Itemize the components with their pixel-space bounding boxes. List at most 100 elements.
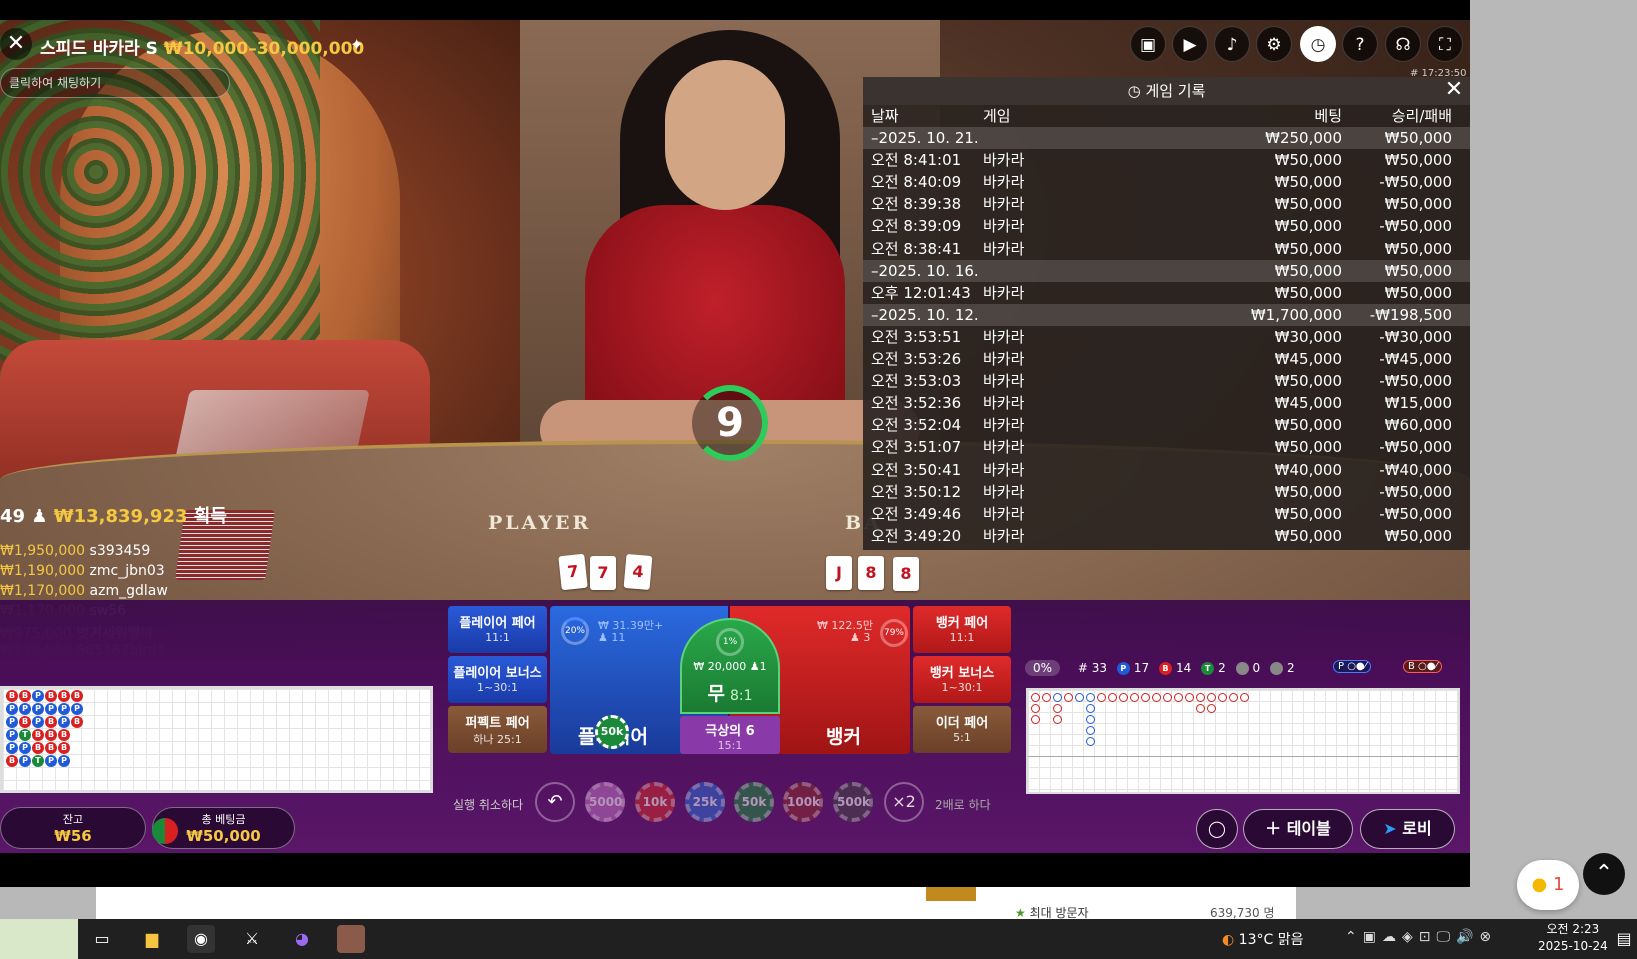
chat-input[interactable]: 클릭하여 채팅하기 [0, 68, 230, 98]
banker-pair-bet[interactable]: 뱅커 페어 11:1 [913, 606, 1011, 653]
history-game: 바카라 [983, 372, 1025, 391]
notification-icon[interactable]: ▤ [1610, 925, 1637, 953]
history-bet: ₩40,000 [1274, 460, 1342, 479]
chip-5000[interactable]: 5000 [585, 782, 625, 822]
player-card-2: 7 [590, 556, 616, 590]
winner-name: s393459 [89, 543, 151, 559]
weather-widget[interactable]: ◐ 13°C 맑음 [1222, 929, 1303, 949]
pin-icon[interactable]: ✦ [350, 35, 363, 54]
undo-label: 실행 취소하다 [453, 798, 524, 812]
history-close-icon[interactable]: ✕ [1442, 79, 1466, 103]
history-game: 바카라 [983, 327, 1025, 346]
chip-50k[interactable]: 50k [734, 782, 774, 822]
fullscreen-icon[interactable]: ⛶ [1427, 26, 1463, 62]
settings-gear-icon[interactable]: ⚙ [1256, 26, 1292, 62]
app-icon[interactable]: ⚔ [238, 925, 266, 953]
player-bonus-label: 플레이어 보너스 [453, 666, 542, 681]
chat-bubble-button[interactable]: ◯ [1196, 809, 1238, 849]
bead-P: P [58, 703, 70, 715]
chrome-icon[interactable]: ◉ [187, 925, 215, 953]
discord-icon[interactable]: ◕ [288, 925, 316, 953]
history-bet: ₩45,000 [1274, 350, 1342, 368]
system-tray[interactable]: ⌃▣☁◈⊡🖵🔊⊗ [1345, 929, 1497, 945]
video-icon[interactable]: ▶ [1172, 26, 1208, 62]
banker-predict-button[interactable]: B ○●⁄ [1403, 660, 1443, 673]
history-bet: ₩250,000 [1265, 129, 1342, 147]
history-result: -₩40,000 [1379, 460, 1452, 479]
bead-P: P [32, 690, 44, 702]
history-time: 오전 3:49:20 [871, 526, 962, 545]
road-mark [1196, 693, 1205, 702]
sound-icon[interactable]: ♪ [1214, 26, 1250, 62]
history-bet: ₩50,000 [1274, 482, 1342, 501]
player-bonus-bet[interactable]: 플레이어 보너스 1~30:1 [448, 656, 547, 703]
road-mark [1053, 715, 1062, 724]
tie-percent: 1% [716, 628, 744, 656]
history-game: 바카라 [983, 350, 1025, 368]
task-view-icon[interactable]: ▭ [88, 925, 116, 953]
tables-button[interactable]: ＋ 테이블 [1243, 809, 1353, 849]
road-mark [1086, 737, 1095, 746]
tie-dot-icon: T [1201, 662, 1215, 675]
history-bet: ₩50,000 [1274, 504, 1342, 523]
history-bet: ₩50,000 [1274, 217, 1342, 236]
bead-P: P [45, 755, 57, 767]
history-row: 오전 8:39:09 바카라 ₩50,000 -₩50,000 [863, 215, 1470, 237]
banker-card-1: J [826, 556, 852, 590]
player-pair-label: 플레이어 페어 [459, 616, 536, 631]
stats-player: P 17 [1116, 661, 1149, 675]
player-pair-bet[interactable]: 플레이어 페어 11:1 [448, 606, 547, 653]
chip-100k[interactable]: 100k [783, 782, 823, 822]
history-game: 바카라 [983, 239, 1025, 258]
help-icon[interactable]: ? [1342, 26, 1378, 62]
tie-bet[interactable]: 1% ₩ 20,000 ♟1 무 8:1 [680, 618, 780, 714]
history-icon[interactable]: ◷ [1300, 26, 1336, 62]
road-mark [1207, 693, 1216, 702]
winner-amount: ₩1,170,000 [0, 583, 86, 599]
webpage-button[interactable] [926, 887, 976, 901]
either-pair-bet[interactable]: 이더 페어 5:1 [913, 706, 1011, 753]
double-button[interactable]: ×2 [884, 782, 924, 822]
chip-500k[interactable]: 500k [833, 782, 873, 822]
undo-button[interactable]: ↶ [535, 782, 575, 822]
history-result: -₩50,000 [1379, 217, 1452, 236]
history-game: 바카라 [983, 438, 1025, 457]
stats-banker-count: 14 [1175, 661, 1192, 675]
bead-B: B [45, 716, 57, 728]
history-time: –2025. 10. 21. [871, 129, 979, 147]
player-pair-odds: 11:1 [485, 631, 510, 644]
bead-B: B [71, 690, 83, 702]
lobby-arrow-icon: ➤ [1383, 819, 1403, 838]
floating-chat-button[interactable]: ● 1 [1517, 860, 1579, 910]
banker-bonus-bet[interactable]: 뱅커 보너스 1~30:1 [913, 656, 1011, 703]
super-six-bet[interactable]: 극상의 6 15:1 [680, 716, 780, 754]
file-explorer-icon[interactable]: ▆ [138, 925, 166, 953]
history-bet: ₩1,700,000 [1250, 305, 1342, 324]
headset-icon[interactable]: ☊ [1385, 26, 1421, 62]
winners-summary: 49 ♟ ₩13,839,923 획득 [0, 502, 227, 528]
bead-B: B [45, 690, 57, 702]
history-game: 바카라 [983, 283, 1025, 302]
history-result: -₩45,000 [1379, 350, 1452, 368]
app-thumbnail-icon[interactable] [337, 925, 365, 953]
banker-bonus-label: 뱅커 보너스 [929, 666, 995, 681]
player-pair-dot-icon [1235, 662, 1249, 675]
chip-10k[interactable]: 10k [635, 782, 675, 822]
close-game-button[interactable]: ✕ [0, 28, 32, 60]
history-time: 오전 8:39:38 [871, 195, 962, 214]
history-date-row: –2025. 10. 16. ₩50,000 ₩50,000 [863, 259, 1470, 282]
road-mark [1174, 693, 1183, 702]
scroll-top-button[interactable]: ⌃ [1583, 853, 1625, 895]
desktop-wallpaper-thumbnail[interactable] [0, 919, 78, 959]
perfect-pair-bet[interactable]: 퍼펙트 페어 하나 25:1 [448, 706, 547, 753]
taskbar-clock[interactable]: 오전 2:23 2025-10-24 [1538, 921, 1608, 955]
user-icon: ♟ [598, 631, 612, 644]
chip-25k[interactable]: 25k [685, 782, 725, 822]
chat-toggle-icon[interactable]: ▣ [1130, 26, 1166, 62]
col-game: 게임 [983, 107, 1011, 125]
either-pair-label: 이더 페어 [935, 716, 989, 731]
lobby-button[interactable]: ➤ 로비 [1360, 809, 1455, 849]
road-mark [1053, 693, 1062, 702]
dealer-face [665, 60, 785, 210]
player-predict-button[interactable]: P ○●⁄ [1333, 660, 1372, 673]
